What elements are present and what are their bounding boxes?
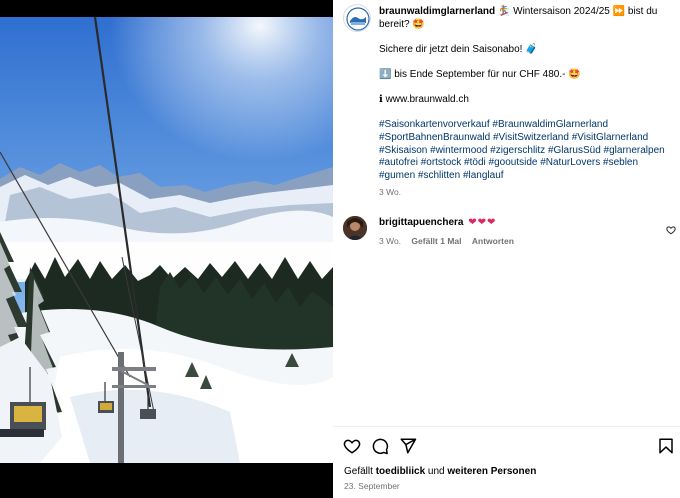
post-image[interactable] — [0, 17, 333, 463]
likes-others[interactable]: weiteren Personen — [447, 466, 536, 477]
caption-line-4: ℹ www.braunwald.ch — [379, 94, 469, 106]
letterbox-top — [0, 0, 333, 17]
letterbox-bottom — [0, 463, 333, 498]
post-date: 23. September — [344, 481, 400, 491]
commenter-avatar[interactable] — [343, 216, 367, 240]
caption-line-2: Sichere dir jetzt dein Saisonabo! 🧳 — [379, 43, 538, 55]
comment-like-icon[interactable] — [666, 222, 676, 235]
action-bar — [343, 437, 673, 455]
caption-line-3: ⬇️ bis Ende September für nur CHF 480.- … — [379, 68, 581, 80]
heart-icon[interactable] — [343, 437, 361, 455]
caption-timestamp: 3 Wo. — [379, 187, 402, 198]
comment-text: ❤❤❤ — [468, 217, 497, 228]
post-detail-panel: braunwaldimglarnerland 🏂 Wintersaison 20… — [333, 0, 680, 498]
bookmark-icon[interactable] — [657, 437, 675, 455]
comment-icon[interactable] — [371, 437, 389, 455]
likes-user[interactable]: toedibliick — [376, 466, 425, 477]
likes-joiner: und — [427, 466, 445, 477]
comment-timestamp: 3 Wo. — [379, 236, 402, 246]
comment-likes[interactable]: Gefällt 1 Mal — [411, 236, 461, 246]
post-caption: braunwaldimglarnerland 🏂 Wintersaison 20… — [379, 6, 669, 199]
caption-username[interactable]: braunwaldimglarnerland — [379, 6, 495, 17]
caption-hashtags[interactable]: #Saisonkartenvorverkauf #BraunwaldimGlar… — [379, 119, 669, 182]
account-avatar[interactable] — [343, 4, 371, 32]
share-icon[interactable] — [399, 437, 417, 455]
comment-username[interactable]: brigittapuenchera — [379, 217, 463, 228]
likes-summary[interactable]: Gefällt toedibliick und weiteren Persone… — [344, 466, 536, 477]
reply-button[interactable]: Antworten — [472, 236, 514, 246]
likes-prefix: Gefällt — [344, 466, 373, 477]
action-divider — [333, 426, 680, 427]
